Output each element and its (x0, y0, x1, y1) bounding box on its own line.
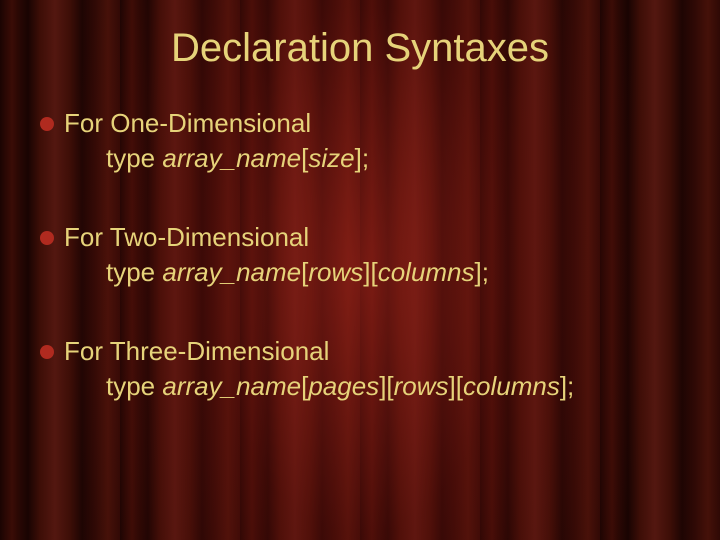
list-item: For Three-Dimensional type array_name[pa… (40, 334, 700, 404)
item-heading-row: For Two-Dimensional (40, 220, 700, 255)
list-item: For Two-Dimensional type array_name[rows… (40, 220, 700, 290)
item-syntax: type array_name[pages][rows][columns]; (40, 369, 700, 404)
bullet-icon (40, 117, 54, 131)
list-item: For One-Dimensional type array_name[size… (40, 106, 700, 176)
item-heading: For Three-Dimensional (64, 334, 329, 369)
syntax-var: rows (394, 371, 449, 401)
syntax-var: array_name (162, 257, 301, 287)
slide-body: For One-Dimensional type array_name[size… (40, 106, 700, 449)
syntax-literal: ]; (475, 257, 489, 287)
syntax-var: size (308, 143, 354, 173)
item-heading: For One-Dimensional (64, 106, 311, 141)
syntax-var: rows (308, 257, 363, 287)
item-heading-row: For Three-Dimensional (40, 334, 700, 369)
syntax-literal: ][ (449, 371, 463, 401)
bullet-icon (40, 231, 54, 245)
slide-title: Declaration Syntaxes (0, 26, 720, 71)
item-heading: For Two-Dimensional (64, 220, 309, 255)
syntax-literal: ]; (560, 371, 574, 401)
item-heading-row: For One-Dimensional (40, 106, 700, 141)
slide: Declaration Syntaxes For One-Dimensional… (0, 0, 720, 540)
syntax-literal: type (106, 257, 162, 287)
syntax-var: columns (463, 371, 560, 401)
syntax-literal: ][ (379, 371, 393, 401)
syntax-literal: ][ (363, 257, 377, 287)
syntax-var: array_name (162, 143, 301, 173)
syntax-var: array_name (162, 371, 301, 401)
bullet-icon (40, 345, 54, 359)
syntax-var: pages (308, 371, 379, 401)
item-syntax: type array_name[rows][columns]; (40, 255, 700, 290)
item-syntax: type array_name[size]; (40, 141, 700, 176)
syntax-var: columns (378, 257, 475, 287)
syntax-literal: type (106, 371, 162, 401)
syntax-literal: type (106, 143, 162, 173)
syntax-literal: ]; (355, 143, 369, 173)
